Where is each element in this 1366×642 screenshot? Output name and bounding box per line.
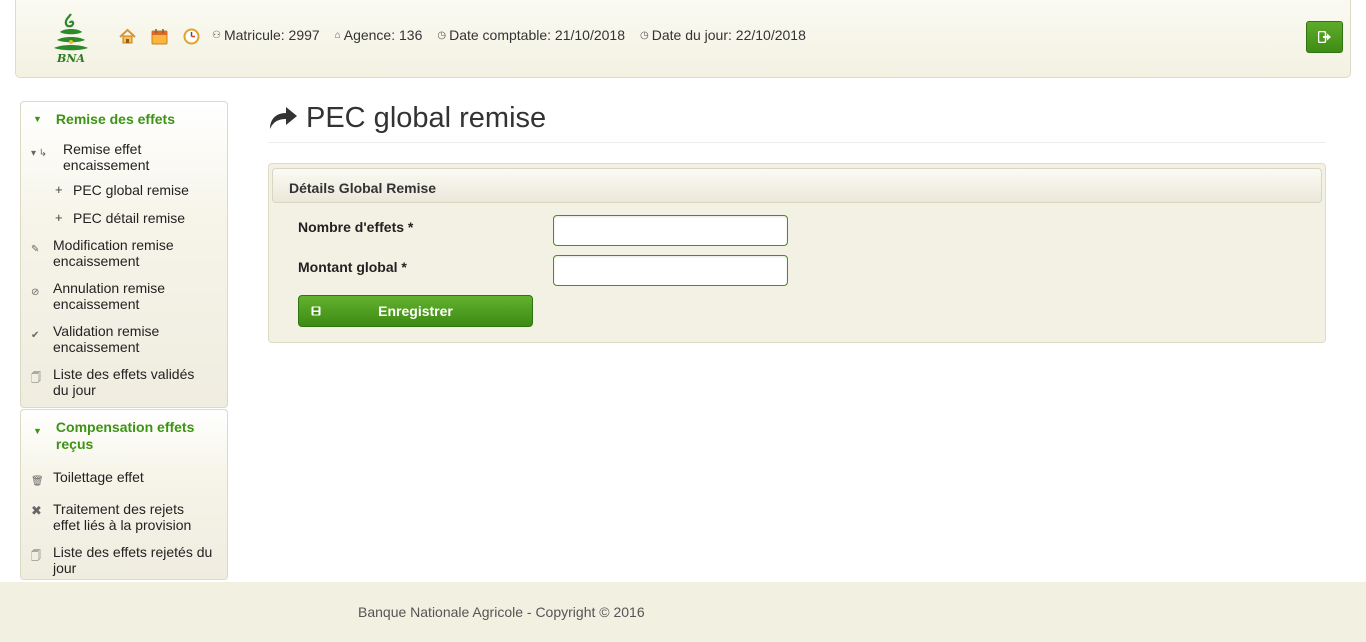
trash-icon: 🗑 (31, 476, 44, 487)
ban-icon: ⊘ (31, 287, 40, 298)
user-icon: ⚇ (212, 29, 221, 41)
sidebar-item-remise-encaissement[interactable]: ▾ ↳ Remise effet encaissement (21, 136, 227, 176)
sidebar-item-liste-rejetes[interactable]: 🗍 Liste des effets rejetés du jour (21, 536, 227, 579)
date-comptable-info: ◷ Date comptable: 21/10/2018 (437, 27, 625, 43)
share-icon (270, 107, 297, 129)
bank-icon: ⌂ (334, 29, 341, 41)
sidebar-section-remise: ▼ Remise des effets ▾ ↳ Remise effet enc… (20, 101, 228, 408)
close-icon: ✖ (31, 503, 42, 518)
clock-icon[interactable] (182, 27, 201, 46)
plus-icon: + (55, 210, 63, 225)
sidebar-item-liste-valides[interactable]: 🗍 Liste des effets validés du jour (21, 358, 227, 401)
save-icon (311, 306, 321, 316)
check-icon: ✔ (31, 330, 40, 341)
calendar-icon[interactable] (150, 27, 169, 46)
plus-icon: + (55, 182, 63, 197)
file-icon: 🗍 (31, 551, 41, 562)
sidebar-item-validation[interactable]: ✔ Validation remise encaissement (21, 315, 227, 358)
top-header: BNA ⚇ Matricule: 2997 ⌂ Agence: 136 ◷ Da… (15, 0, 1351, 78)
sidebar: ▼ Remise des effets ▾ ↳ Remise effet enc… (20, 101, 228, 582)
section-header-remise[interactable]: ▼ Remise des effets (21, 102, 227, 136)
logout-icon (1317, 31, 1331, 43)
details-panel: Détails Global Remise Nombre d'effets * … (268, 163, 1326, 343)
home-icon[interactable] (118, 27, 137, 46)
sidebar-item-modification[interactable]: ✎ Modification remise encaissement (21, 232, 227, 272)
logout-button[interactable] (1306, 21, 1343, 53)
sidebar-sub-pec-detail[interactable]: + PEC détail remise (21, 204, 227, 232)
save-button[interactable]: Enregistrer (298, 295, 533, 327)
agence-info: ⌂ Agence: 136 (334, 27, 423, 43)
montant-global-label: Montant global * (298, 259, 407, 275)
main-content: PEC global remise Détails Global Remise … (268, 98, 1326, 343)
panel-title: Détails Global Remise (272, 168, 1322, 203)
sidebar-item-toilettage[interactable]: 🗑 Toilettage effet (21, 461, 227, 493)
sidebar-item-annulation[interactable]: ⊘ Annulation remise encaissement (21, 272, 227, 315)
nombre-effets-input[interactable] (553, 215, 788, 246)
sidebar-sub-pec-global[interactable]: + PEC global remise (21, 176, 227, 204)
caret-down-icon: ▼ (33, 426, 42, 436)
section-header-compensation[interactable]: ▼ Compensation effets reçus (21, 410, 227, 461)
caret-down-icon: ▼ (33, 114, 42, 124)
caret-share-icon: ▾ ↳ (31, 148, 48, 159)
clock-icon: ◷ (640, 29, 649, 41)
matricule-info: ⚇ Matricule: 2997 (212, 27, 320, 43)
file-icon: 🗍 (31, 373, 41, 384)
logo-text: BNA (57, 52, 85, 65)
clock-icon: ◷ (437, 29, 447, 41)
page-title: PEC global remise (268, 98, 1326, 143)
bna-logo: BNA (48, 12, 94, 68)
sidebar-section-compensation: ▼ Compensation effets reçus 🗑 Toilettage… (20, 409, 228, 580)
date-jour-info: ◷ Date du jour: 22/10/2018 (640, 27, 806, 43)
pencil-icon: ✎ (31, 244, 40, 255)
montant-global-input[interactable] (553, 255, 788, 286)
footer: Banque Nationale Agricole - Copyright © … (0, 582, 1366, 642)
session-info: ⚇ Matricule: 2997 ⌂ Agence: 136 ◷ Date c… (212, 27, 821, 43)
copyright-text: Banque Nationale Agricole - Copyright © … (358, 604, 645, 620)
nombre-effets-label: Nombre d'effets * (298, 219, 414, 235)
sidebar-item-traitement-rejets[interactable]: ✖ Traitement des rejets effet liés à la … (21, 493, 227, 536)
